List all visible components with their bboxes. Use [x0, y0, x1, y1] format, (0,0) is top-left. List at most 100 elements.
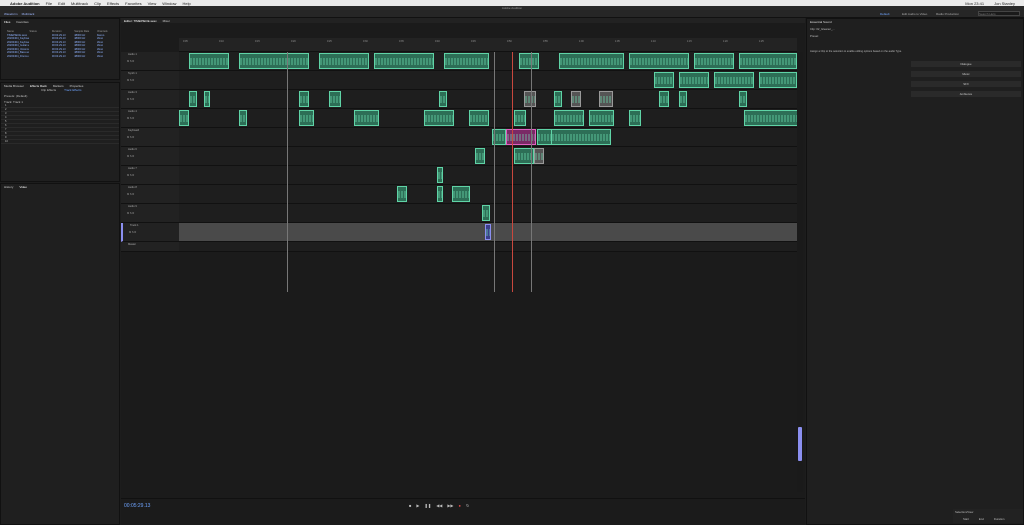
- track-lane[interactable]: [179, 128, 797, 147]
- track-controls[interactable]: M S R: [127, 136, 134, 139]
- menu-file[interactable]: File: [46, 1, 52, 6]
- menu-view[interactable]: View: [148, 1, 157, 6]
- search-help-input[interactable]: [978, 11, 1020, 16]
- audio-clip[interactable]: [444, 53, 489, 69]
- track-header[interactable]: Synth 1 M S R: [121, 71, 179, 90]
- audio-clip[interactable]: [469, 110, 489, 126]
- tab-video[interactable]: Video: [16, 185, 30, 189]
- track-lane[interactable]: [179, 90, 797, 109]
- audio-clip[interactable]: [559, 53, 624, 69]
- workspace-radio[interactable]: Radio Production: [936, 12, 959, 16]
- track-lane[interactable]: [179, 52, 797, 71]
- file-row[interactable]: 20200404_Drums.wav 00:04:29.13 48000 Hz Mon…: [1, 55, 119, 59]
- audio-clip[interactable]: [437, 186, 443, 202]
- tab-properties[interactable]: Properties: [67, 84, 87, 88]
- track-header[interactable]: Audio 9 M S R: [121, 204, 179, 223]
- audio-clip[interactable]: [179, 110, 189, 126]
- tab-media-browser[interactable]: Media Browser: [1, 84, 27, 88]
- audio-clip[interactable]: [524, 91, 536, 107]
- tab-effects-rack[interactable]: Effects Rack: [27, 84, 50, 88]
- audio-clip[interactable]: [739, 53, 797, 69]
- audio-clip[interactable]: [537, 129, 552, 145]
- track-lanes[interactable]: [179, 52, 799, 292]
- track-lane[interactable]: [179, 71, 797, 90]
- audio-clip[interactable]: [629, 53, 689, 69]
- timeline-ruler[interactable]: 0:05 0:10 0:15 0:20 0:25 0:30 0:35 0:40 0:45 0:50…: [179, 38, 797, 52]
- track-controls[interactable]: M S R: [129, 231, 136, 234]
- audio-clip[interactable]: [475, 148, 485, 164]
- rewind-button[interactable]: ◀◀: [436, 503, 442, 508]
- audio-clip[interactable]: [437, 167, 443, 183]
- track-header[interactable]: Audio 8 M S R: [121, 185, 179, 204]
- scroll-thumb[interactable]: [798, 427, 802, 461]
- audio-clip[interactable]: [299, 110, 314, 126]
- effect-slot[interactable]: 10: [1, 140, 119, 144]
- track-controls[interactable]: M S R: [127, 174, 134, 177]
- audio-clip[interactable]: [739, 91, 747, 107]
- audio-clip[interactable]: [554, 110, 584, 126]
- audio-clip[interactable]: [424, 110, 454, 126]
- track-name[interactable]: Track 1: [130, 224, 139, 227]
- track-name[interactable]: Keyboard: [128, 129, 139, 132]
- audio-clip[interactable]: [397, 186, 407, 202]
- menu-help[interactable]: Help: [182, 1, 190, 6]
- audio-clip[interactable]: [694, 53, 734, 69]
- menu-edit[interactable]: Edit: [58, 1, 65, 6]
- track-lane[interactable]: [179, 223, 797, 242]
- audio-clip[interactable]: [654, 72, 674, 88]
- audio-clip[interactable]: [239, 110, 247, 126]
- audio-clip[interactable]: [589, 110, 614, 126]
- tab-favorites[interactable]: Favorites: [13, 20, 31, 24]
- audio-clip[interactable]: [534, 148, 544, 164]
- track-controls[interactable]: M S R: [127, 117, 134, 120]
- track-name[interactable]: Synth 1: [128, 72, 137, 75]
- vertical-scrollbar[interactable]: [797, 52, 803, 492]
- track-header[interactable]: Audio 1 M S R: [121, 52, 179, 71]
- menu-effects[interactable]: Effects: [107, 1, 119, 6]
- stop-button[interactable]: ■: [409, 503, 411, 508]
- audio-clip[interactable]: [519, 53, 539, 69]
- track-name[interactable]: Audio 4: [128, 110, 137, 113]
- tab-editor[interactable]: Editor: TIMEPIECE.sesx: [121, 19, 160, 23]
- type-sfx-button[interactable]: SFX: [911, 81, 1021, 87]
- tab-files[interactable]: Files: [1, 20, 13, 24]
- track-controls[interactable]: M S R: [127, 193, 134, 196]
- track-controls[interactable]: M S R: [127, 155, 134, 158]
- audio-clip[interactable]: [299, 91, 309, 107]
- forward-button[interactable]: ▶▶: [447, 503, 453, 508]
- track-lane[interactable]: [179, 242, 797, 252]
- audio-clip[interactable]: [329, 91, 341, 107]
- timecode-display[interactable]: 00:05:29.13: [124, 503, 150, 509]
- audio-clip[interactable]: [629, 110, 641, 126]
- audio-clip[interactable]: [599, 91, 613, 107]
- workspace-edit-video[interactable]: Edit Audio to Video: [902, 12, 927, 16]
- track-lane[interactable]: [179, 185, 797, 204]
- tab-clip-effects[interactable]: Clip Effects: [41, 88, 56, 92]
- audio-clip[interactable]: [374, 53, 434, 69]
- track-lane[interactable]: [179, 147, 797, 166]
- track-header[interactable]: Audio 6 M S R: [121, 147, 179, 166]
- audio-clip[interactable]: [759, 72, 797, 88]
- audio-clip[interactable]: [744, 110, 799, 126]
- track-controls[interactable]: M S R: [127, 98, 134, 101]
- record-button[interactable]: ●: [459, 503, 461, 508]
- audio-clip[interactable]: [659, 91, 669, 107]
- loop-button[interactable]: ↻: [466, 503, 469, 508]
- track-name[interactable]: Audio 9: [128, 205, 137, 208]
- tab-mixer[interactable]: Mixer: [160, 19, 173, 23]
- audio-clip[interactable]: [679, 91, 687, 107]
- menu-favorites[interactable]: Favorites: [125, 1, 141, 6]
- track-name[interactable]: Master: [128, 243, 136, 246]
- track-controls[interactable]: M S R: [127, 60, 134, 63]
- track-header[interactable]: Keyboard M S R: [121, 128, 179, 147]
- app-menu[interactable]: Adobe Audition: [10, 1, 40, 6]
- play-button[interactable]: ▶: [416, 503, 419, 508]
- type-music-button[interactable]: Music: [911, 71, 1021, 77]
- playhead-marker[interactable]: [512, 52, 513, 292]
- track-name[interactable]: Audio 8: [128, 186, 137, 189]
- audio-clip[interactable]: [554, 91, 562, 107]
- track-header[interactable]: Track 1 M S R: [121, 223, 179, 242]
- menu-multitrack[interactable]: Multitrack: [71, 1, 88, 6]
- tab-markers[interactable]: Markers: [50, 84, 67, 88]
- track-name[interactable]: Audio 1: [128, 53, 137, 56]
